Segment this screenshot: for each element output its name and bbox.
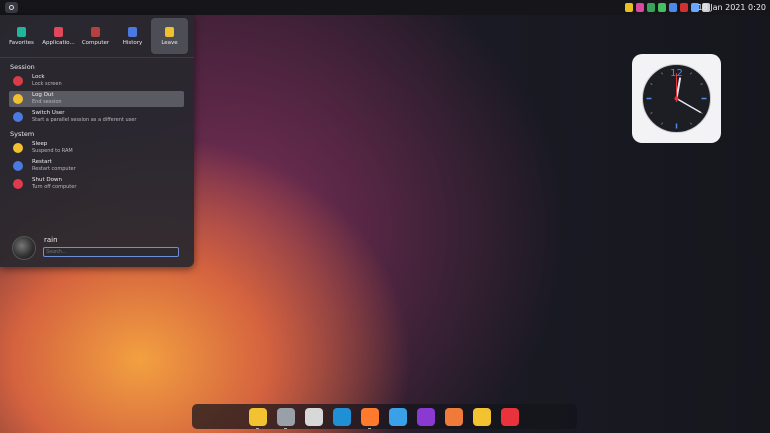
launcher-icon: [9, 5, 14, 10]
battery-icon[interactable]: [658, 3, 666, 12]
power-icon: [13, 179, 23, 189]
bookmark-icon: [17, 26, 26, 37]
running-indicator: [368, 428, 371, 429]
tab-favorites[interactable]: Favorites: [3, 18, 40, 54]
divider: [0, 57, 194, 58]
menu-item-title: Shut Down: [32, 177, 62, 183]
user-icon: [13, 112, 23, 122]
menu-item-shut-down[interactable]: Shut Down Turn off computer: [9, 176, 184, 192]
avatar[interactable]: [12, 236, 36, 260]
menu-item-restart[interactable]: Restart Restart computer: [9, 158, 184, 174]
tab-leave[interactable]: Leave: [151, 18, 188, 54]
menu-item-subtitle: Turn off computer: [32, 184, 77, 190]
input-method-icon[interactable]: [680, 3, 688, 12]
tab-label: History: [122, 39, 143, 46]
menu-item-title: Log Out: [32, 92, 54, 98]
running-indicator: [284, 428, 287, 429]
tab-label: Computer: [81, 39, 110, 46]
inkscape-app-icon[interactable]: [305, 408, 323, 426]
clock-face: 12: [642, 64, 711, 133]
tab-history[interactable]: History: [114, 18, 151, 54]
menu-item-subtitle: Lock screen: [32, 81, 62, 87]
session-header: Session: [10, 63, 35, 71]
settings-app-icon[interactable]: [277, 408, 295, 426]
session-list: Lock Lock screen Log Out End session Switch …: [0, 73, 194, 125]
tab-label: Applicatio...: [42, 39, 75, 46]
running-indicator: [256, 428, 259, 429]
lock-icon: [13, 76, 23, 86]
chat-icon[interactable]: [647, 3, 655, 12]
menu-item-subtitle: Start a parallel session as a different …: [32, 117, 137, 123]
tab-applicatio[interactable]: Applicatio...: [40, 18, 77, 54]
tab-label: Leave: [161, 39, 178, 46]
bluetooth-icon[interactable]: [669, 3, 677, 12]
menu-item-subtitle: End session: [32, 99, 62, 105]
store-app-icon[interactable]: [445, 408, 463, 426]
notes-icon[interactable]: [625, 3, 633, 12]
music-app-icon[interactable]: [501, 408, 519, 426]
top-panel: 18 Jan 2021 0:20: [0, 0, 770, 15]
tab-computer[interactable]: Computer: [77, 18, 114, 54]
leave-menu: Favorites Applicatio... Computer History Lea…: [0, 15, 194, 267]
system-header: System: [10, 130, 35, 138]
browser-app-icon[interactable]: [333, 408, 351, 426]
restart-icon: [13, 161, 23, 171]
history-icon: [128, 26, 137, 37]
dock: [192, 404, 577, 429]
panel-clock[interactable]: 18 Jan 2021 0:20: [698, 0, 766, 15]
menu-item-switch-user[interactable]: Switch User Start a parallel session as a…: [9, 109, 184, 125]
menu-item-title: Restart: [32, 159, 52, 165]
system-list: Sleep Suspend to RAM Restart Restart comput…: [0, 140, 194, 192]
files-app-icon[interactable]: [249, 408, 267, 426]
analog-clock-widget[interactable]: 12: [632, 54, 721, 143]
menu-item-subtitle: Restart computer: [32, 166, 76, 172]
tab-label: Favorites: [9, 39, 34, 46]
moon-icon: [13, 143, 23, 153]
search-input[interactable]: [43, 247, 179, 257]
menu-item-lock[interactable]: Lock Lock screen: [9, 73, 184, 89]
hourglass-icon: [13, 94, 23, 104]
menu-item-title: Lock: [32, 74, 45, 80]
screenshot-icon[interactable]: [636, 3, 644, 12]
app-launcher-button[interactable]: [5, 2, 18, 13]
kv-app-icon[interactable]: [417, 408, 435, 426]
user-name: rain: [44, 236, 58, 244]
hourglass-icon: [165, 26, 174, 37]
computer-icon: [91, 26, 100, 37]
menu-item-log-out[interactable]: Log Out End session: [9, 91, 184, 107]
menu-item-title: Sleep: [32, 141, 48, 147]
menu-tabs: Favorites Applicatio... Computer History Lea…: [0, 15, 194, 55]
menu-item-subtitle: Suspend to RAM: [32, 148, 73, 154]
menu-item-title: Switch User: [32, 110, 65, 116]
apps-icon: [54, 26, 63, 37]
menu-item-sleep[interactable]: Sleep Suspend to RAM: [9, 140, 184, 156]
wechat-app-icon[interactable]: [473, 408, 491, 426]
github-app-icon[interactable]: [389, 408, 407, 426]
firefox-app-icon[interactable]: [361, 408, 379, 426]
